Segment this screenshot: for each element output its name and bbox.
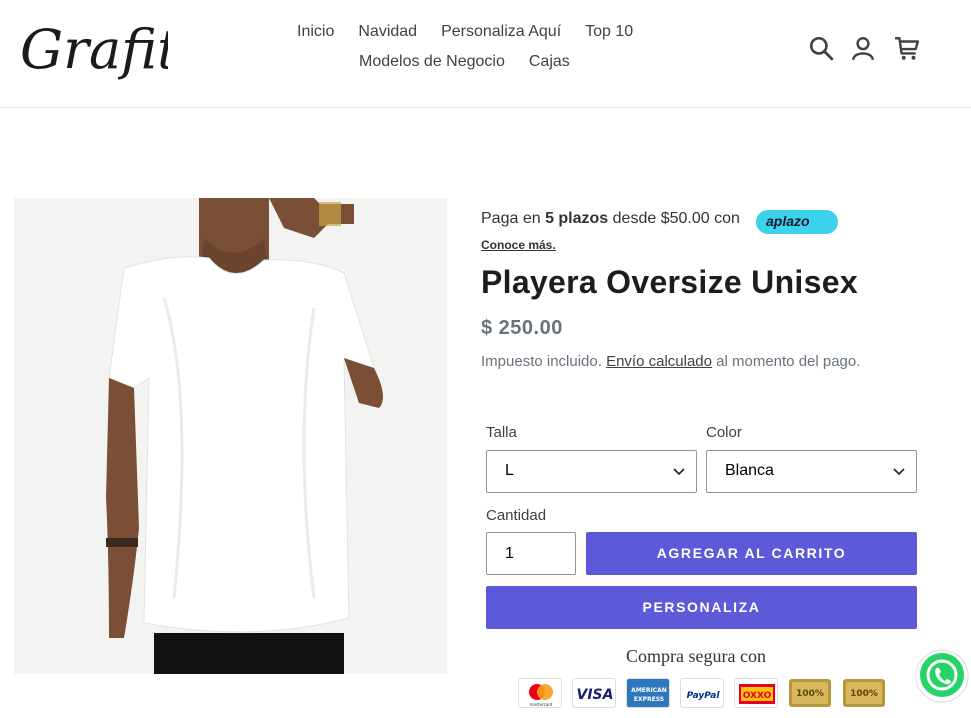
svg-text:100%: 100% xyxy=(796,689,824,699)
personalize-button[interactable]: PERSONALIZA xyxy=(486,586,917,629)
quantity-input[interactable]: 1 xyxy=(486,532,576,575)
aplazo-badge: aplazo xyxy=(756,210,838,234)
chevron-down-icon xyxy=(893,468,905,476)
account-icon[interactable] xyxy=(850,35,876,61)
secure-purchase-label: Compra segura con xyxy=(626,646,766,666)
product-image[interactable] xyxy=(14,198,447,674)
amex-icon: AMERICAN EXPRESS xyxy=(626,678,670,708)
nav-item-modelos[interactable]: Modelos de Negocio xyxy=(359,53,505,71)
color-select[interactable]: Blanca xyxy=(706,450,917,493)
main-nav-row-2: Modelos de Negocio Cajas xyxy=(359,53,594,71)
cart-icon[interactable] xyxy=(894,35,920,61)
quantity-label: Cantidad xyxy=(486,507,547,524)
nav-item-cajas[interactable]: Cajas xyxy=(529,53,570,71)
logo-text: Grafitty xyxy=(20,18,168,81)
oxxo-icon: OXXO xyxy=(734,678,778,708)
installments-text: Paga en 5 plazos desde $50.00 con xyxy=(481,210,740,227)
svg-text:100%: 100% xyxy=(850,689,878,699)
guarantee-seal-icon: 100% xyxy=(842,678,886,708)
svg-text:AMERICAN: AMERICAN xyxy=(631,687,667,694)
svg-text:VISA: VISA xyxy=(577,687,614,703)
size-select[interactable]: L xyxy=(486,450,697,493)
size-label: Talla xyxy=(486,424,517,441)
aplazo-badge-label: aplazo xyxy=(766,213,810,229)
quality-seal-icon: 100% xyxy=(788,678,832,708)
chevron-down-icon xyxy=(673,468,685,476)
model-tshirt-photo xyxy=(14,198,447,674)
search-icon[interactable] xyxy=(808,35,834,61)
color-value: Blanca xyxy=(725,462,774,479)
svg-text:OXXO: OXXO xyxy=(743,691,772,701)
size-value: L xyxy=(505,462,514,479)
nav-item-top10[interactable]: Top 10 xyxy=(585,23,633,41)
site-header: Grafitty Inicio Navidad Personaliza Aquí… xyxy=(0,0,971,108)
nav-item-inicio[interactable]: Inicio xyxy=(297,23,334,41)
tax-note: Impuesto incluido. Envío calculado al mo… xyxy=(481,353,861,370)
shipping-link[interactable]: Envío calculado xyxy=(606,353,712,370)
nav-item-personaliza[interactable]: Personaliza Aquí xyxy=(441,23,561,41)
grafitty-logo[interactable]: Grafitty xyxy=(18,10,168,88)
svg-text:PayPal: PayPal xyxy=(687,691,721,701)
whatsapp-icon[interactable] xyxy=(914,648,970,704)
main-nav-row-1: Inicio Navidad Personaliza Aquí Top 10 xyxy=(297,23,657,41)
add-to-cart-button[interactable]: AGREGAR AL CARRITO xyxy=(586,532,917,575)
svg-text:EXPRESS: EXPRESS xyxy=(634,696,664,703)
visa-icon: VISA xyxy=(572,678,616,708)
svg-text:mastercard: mastercard xyxy=(530,702,553,707)
payment-methods: mastercard VISA AMERICAN EXPRESS PayPal O… xyxy=(518,678,886,708)
product-title: Playera Oversize Unisex xyxy=(481,264,858,300)
color-label: Color xyxy=(706,424,742,441)
product-price: $ 250.00 xyxy=(481,317,563,339)
nav-item-navidad[interactable]: Navidad xyxy=(358,23,417,41)
mastercard-icon: mastercard xyxy=(518,678,562,708)
paypal-icon: PayPal xyxy=(680,678,724,708)
learn-more-link[interactable]: Conoce más. xyxy=(481,238,556,252)
